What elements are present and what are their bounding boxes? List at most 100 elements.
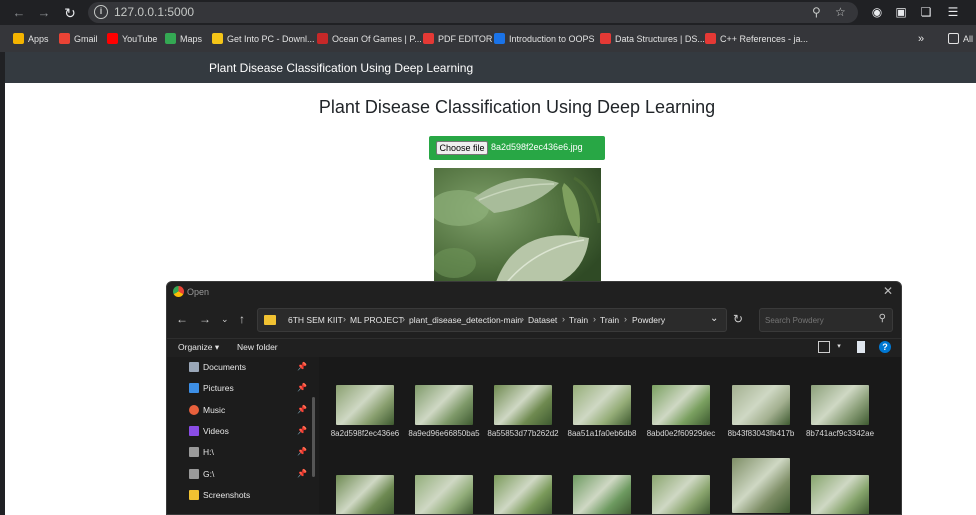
chevron-right-icon: › bbox=[593, 314, 596, 324]
crumb-6th-sem[interactable]: 6TH SEM KIIT bbox=[288, 315, 343, 325]
help-icon[interactable]: ? bbox=[879, 341, 891, 353]
file-name-label[interactable]: 8b43f83043fb417b bbox=[723, 429, 799, 439]
pdf-icon bbox=[423, 33, 434, 44]
navigation-pane: Documents 📌 Pictures 📌 Music 📌 Videos 📌 … bbox=[167, 357, 319, 514]
sidebar-item-documents[interactable]: Documents bbox=[189, 359, 246, 375]
file-thumbnail[interactable] bbox=[336, 475, 394, 514]
pin-icon[interactable]: 📌 bbox=[297, 405, 307, 414]
organize-menu[interactable]: Organize ▾ bbox=[178, 342, 219, 353]
sidebar-item-h-drive[interactable]: H:\ bbox=[189, 444, 214, 460]
crumb-dataset[interactable]: Dataset bbox=[528, 315, 557, 325]
file-thumbnail[interactable] bbox=[811, 385, 869, 425]
view-icon[interactable] bbox=[818, 341, 830, 353]
close-icon[interactable]: ✕ bbox=[883, 284, 893, 298]
file-thumbnail[interactable] bbox=[652, 385, 710, 425]
url-text[interactable]: 127.0.0.1:5000 bbox=[114, 5, 194, 19]
new-folder-button[interactable]: New folder bbox=[237, 342, 278, 352]
chevron-down-icon[interactable]: ⌄ bbox=[221, 314, 229, 325]
chevron-down-icon[interactable]: ▾ bbox=[833, 341, 845, 353]
bookmark-gmail[interactable]: Gmail bbox=[59, 31, 98, 46]
bookmark-oceanofgames[interactable]: Ocean Of Games | P... bbox=[317, 31, 422, 46]
sidebar-scrollbar[interactable] bbox=[312, 397, 315, 477]
bookmark-getintopc[interactable]: Get Into PC - Downl... bbox=[212, 31, 315, 46]
reload-icon[interactable]: ↻ bbox=[60, 3, 80, 23]
sidebar-item-videos[interactable]: Videos bbox=[189, 423, 229, 439]
dialog-title: Open bbox=[187, 287, 210, 297]
pin-icon[interactable]: 📌 bbox=[297, 362, 307, 371]
zoom-icon[interactable]: ⚲ bbox=[812, 5, 821, 19]
site-navbar: Plant Disease Classification Using Deep … bbox=[4, 52, 976, 83]
crumb-train-2[interactable]: Train bbox=[600, 315, 619, 325]
file-thumbnail[interactable] bbox=[811, 475, 869, 514]
file-thumbnail[interactable] bbox=[732, 458, 790, 513]
file-thumbnail[interactable] bbox=[652, 475, 710, 514]
bookmark-pdfeditor[interactable]: PDF EDITOR bbox=[423, 31, 492, 46]
sidebar-item-music[interactable]: Music bbox=[189, 402, 225, 418]
bookmark-datastructures[interactable]: Data Structures | DS... bbox=[600, 31, 705, 46]
all-bookmarks[interactable]: All bbox=[948, 31, 973, 46]
forward-arrow-icon[interactable]: → bbox=[34, 3, 54, 23]
pin-icon[interactable]: 📌 bbox=[297, 469, 307, 478]
file-thumbnail[interactable] bbox=[732, 385, 790, 425]
file-thumbnail[interactable] bbox=[573, 475, 631, 514]
page-title: Plant Disease Classification Using Deep … bbox=[318, 97, 716, 117]
bookmark-apps[interactable]: Apps bbox=[13, 31, 49, 46]
file-name-label[interactable]: 8a9ed96e66850ba5 bbox=[406, 429, 482, 439]
back-arrow-icon[interactable]: ← bbox=[9, 3, 29, 23]
chevron-right-icon: › bbox=[343, 314, 346, 324]
info-icon[interactable]: i bbox=[94, 5, 108, 19]
preview-pane-icon[interactable] bbox=[857, 341, 865, 353]
file-thumbnail[interactable] bbox=[573, 385, 631, 425]
extension-icon[interactable]: ◉ bbox=[869, 4, 885, 20]
pin-icon[interactable]: 📌 bbox=[297, 447, 307, 456]
breadcrumb[interactable]: 6TH SEM KIIT › ML PROJECT › plant_diseas… bbox=[257, 308, 727, 332]
forward-arrow-icon[interactable]: → bbox=[199, 312, 211, 326]
up-arrow-icon[interactable]: ↑ bbox=[239, 312, 245, 326]
puzzle-icon[interactable]: ❏ bbox=[918, 4, 934, 20]
drive-icon bbox=[189, 447, 199, 457]
tab-search-icon[interactable]: ▣ bbox=[893, 4, 909, 20]
file-thumbnail[interactable] bbox=[415, 385, 473, 425]
file-name-label[interactable]: 8a2d598f2ec436e6 bbox=[327, 429, 403, 439]
crumb-ml-project[interactable]: ML PROJECT bbox=[350, 315, 404, 325]
more-bookmarks-icon[interactable]: » bbox=[918, 31, 924, 46]
selected-file-name: 8a2d598f2ec436e6.jpg bbox=[491, 142, 583, 152]
pin-icon[interactable]: 📌 bbox=[297, 383, 307, 392]
search-input[interactable] bbox=[765, 314, 875, 327]
bookmark-cppreferences[interactable]: C++ References - ja... bbox=[705, 31, 808, 46]
bookmark-maps[interactable]: Maps bbox=[165, 31, 202, 46]
crumb-train[interactable]: Train bbox=[569, 315, 588, 325]
sidebar-item-pictures[interactable]: Pictures bbox=[189, 380, 234, 396]
chevron-down-icon[interactable]: ⌄ bbox=[710, 313, 718, 324]
file-thumbnail[interactable] bbox=[336, 385, 394, 425]
bookmark-oops[interactable]: Introduction to OOPS bbox=[494, 31, 595, 46]
documents-icon bbox=[189, 362, 199, 372]
search-box[interactable]: ⚲ bbox=[759, 308, 893, 332]
file-name-label[interactable]: 8b741acf9c3342ae bbox=[802, 429, 878, 439]
refresh-icon[interactable]: ↻ bbox=[733, 312, 743, 326]
file-thumbnail[interactable] bbox=[415, 475, 473, 514]
file-name-label[interactable]: 8aa51a1fa0eb6db8 bbox=[564, 429, 640, 439]
back-arrow-icon[interactable]: ← bbox=[176, 312, 188, 326]
bookmark-youtube[interactable]: YouTube bbox=[107, 31, 157, 46]
pin-icon[interactable]: 📌 bbox=[297, 426, 307, 435]
star-icon[interactable]: ☆ bbox=[835, 5, 846, 19]
sidebar-item-g-drive[interactable]: G:\ bbox=[189, 466, 214, 482]
file-list: 8a2d598f2ec436e6 8a9ed96e66850ba5 8a55853d… bbox=[319, 357, 901, 514]
crumb-plant-disease[interactable]: plant_disease_detection-main bbox=[409, 315, 522, 325]
choose-file-button[interactable]: Choose file bbox=[436, 141, 488, 155]
file-name-label[interactable]: 8a55853d77b262d2 bbox=[485, 429, 561, 439]
sidebar-item-screenshots[interactable]: Screenshots bbox=[189, 487, 250, 503]
window-edge bbox=[0, 52, 5, 515]
file-thumbnail[interactable] bbox=[494, 475, 552, 514]
bookmark-site-icon bbox=[494, 33, 505, 44]
folder-icon bbox=[189, 490, 199, 500]
file-name-label[interactable]: 8abd0e2f60929dec bbox=[643, 429, 719, 439]
address-bar[interactable]: i 127.0.0.1:5000 ⚲ ☆ bbox=[88, 2, 858, 23]
file-upload-area[interactable]: Choose file 8a2d598f2ec436e6.jpg bbox=[429, 136, 605, 160]
file-thumbnail[interactable] bbox=[494, 385, 552, 425]
crumb-powdery[interactable]: Powdery bbox=[632, 315, 665, 325]
navbar-brand[interactable]: Plant Disease Classification Using Deep … bbox=[209, 61, 473, 75]
sidepanel-icon[interactable]: ☰ bbox=[945, 4, 961, 20]
leaf-photo bbox=[434, 168, 601, 288]
